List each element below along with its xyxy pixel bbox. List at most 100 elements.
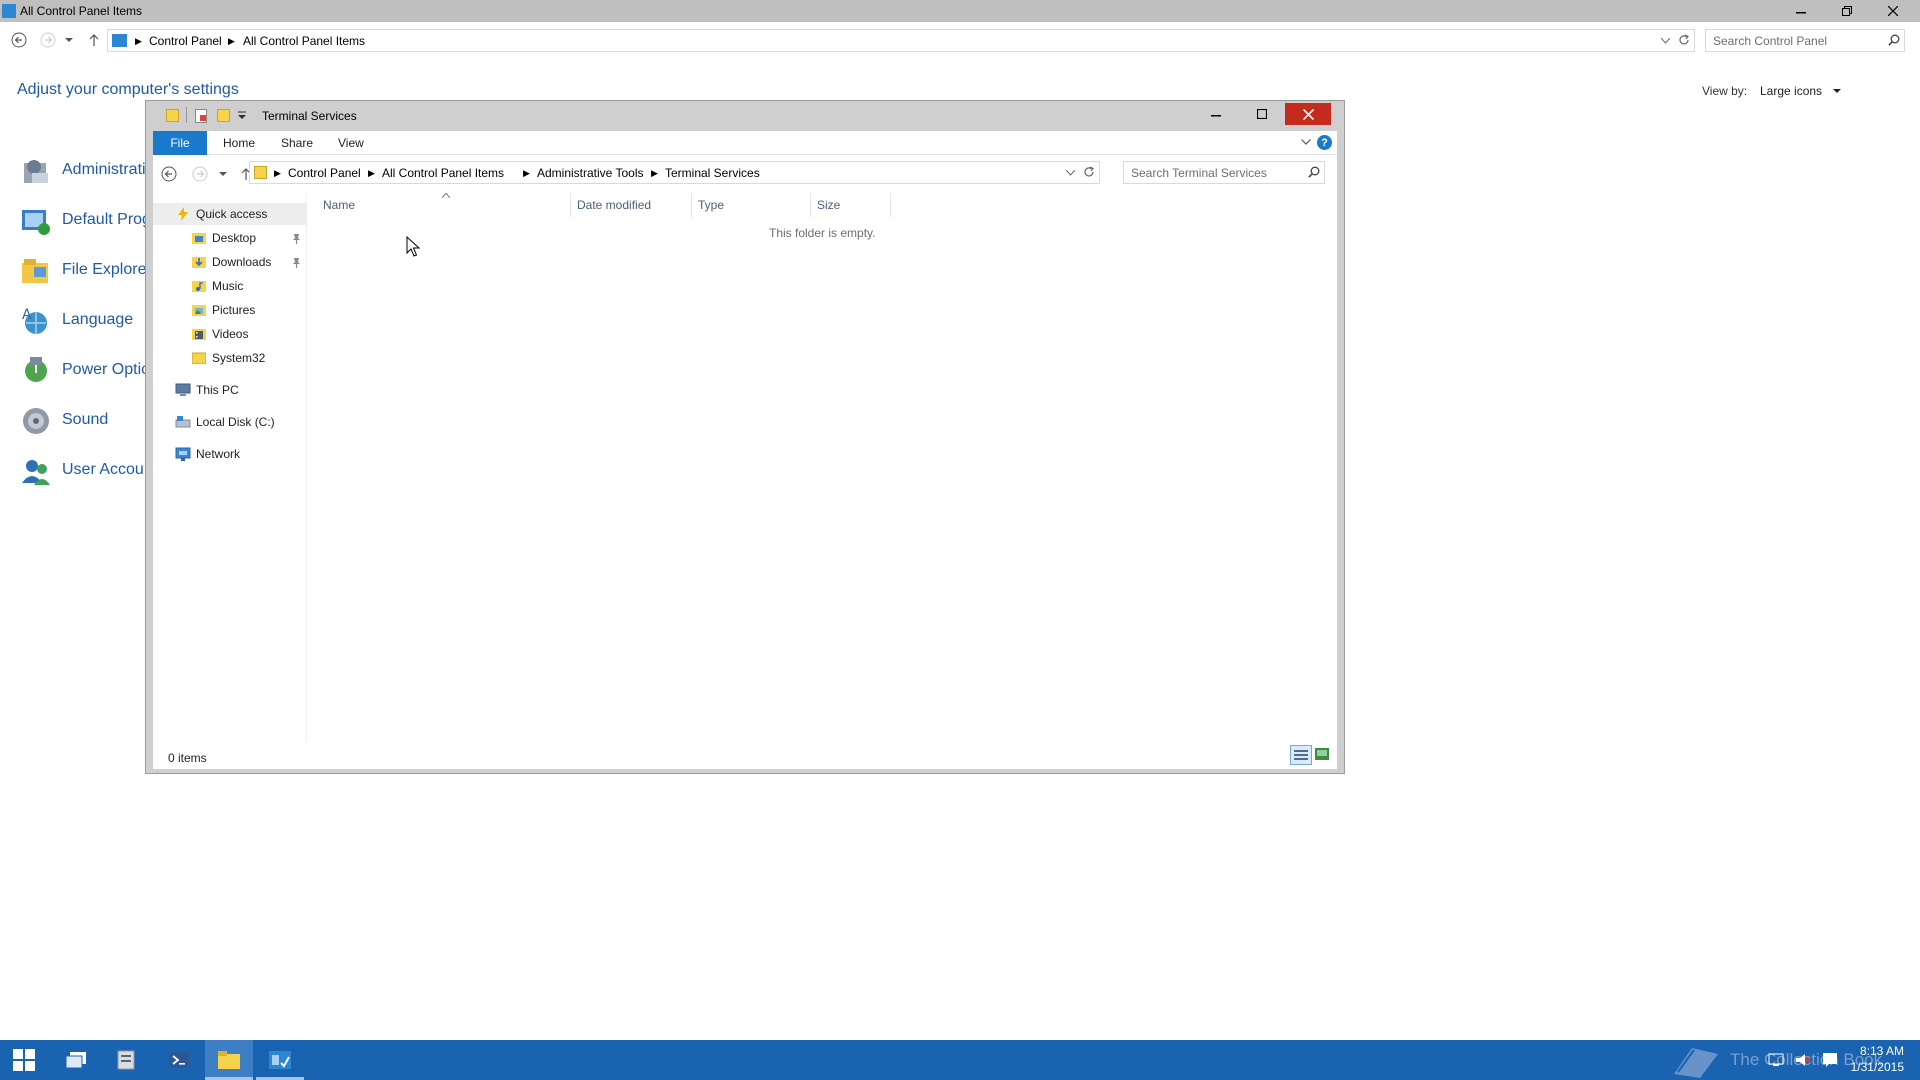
details-view-button[interactable]	[1290, 745, 1312, 765]
tab-share[interactable]: Share	[281, 136, 313, 150]
cp-item-power-options[interactable]: Power Optic	[20, 354, 149, 388]
taskbar-file-explorer[interactable]	[205, 1040, 253, 1080]
breadcrumb-terminal-services[interactable]: Terminal Services	[665, 166, 760, 180]
back-button[interactable]	[8, 29, 30, 51]
volume-muted-icon[interactable]	[1795, 1052, 1811, 1068]
control-panel-titlebar[interactable]: All Control Panel Items	[0, 0, 1920, 22]
pin-icon[interactable]	[291, 233, 302, 244]
nav-item-pictures[interactable]: Pictures	[153, 299, 307, 321]
cp-item-language[interactable]: A Language	[20, 304, 133, 338]
minimize-button[interactable]	[1778, 0, 1824, 22]
control-panel-search-box[interactable]: Search Control Panel	[1705, 29, 1905, 52]
taskbar-server-manager[interactable]	[103, 1040, 151, 1080]
explorer-titlebar[interactable]: Terminal Services	[146, 101, 1344, 131]
navigation-pane[interactable]: Quick access Desktop Downloads Music Pic…	[153, 193, 307, 741]
nav-item-downloads[interactable]: Downloads	[153, 251, 307, 273]
tab-file[interactable]: File	[153, 131, 207, 155]
cp-item-user-accounts[interactable]: User Accour	[20, 454, 149, 488]
expand-ribbon-button[interactable]	[1301, 139, 1311, 145]
nav-item-desktop[interactable]: Desktop	[153, 227, 307, 249]
explorer-maximize-button[interactable]	[1239, 103, 1285, 125]
taskbar-control-panel[interactable]	[256, 1040, 304, 1080]
music-folder-icon	[192, 281, 206, 292]
column-header-name[interactable]: Name	[308, 193, 571, 217]
nav-local-disk[interactable]: Local Disk (C:)	[153, 411, 307, 433]
task-view-button[interactable]	[52, 1040, 100, 1080]
nav-item-system32[interactable]: System32	[153, 347, 307, 369]
large-icons-view-button[interactable]	[1315, 748, 1329, 760]
cp-item-sound[interactable]: Sound	[20, 404, 108, 438]
address-history-dropdown[interactable]	[1661, 38, 1670, 44]
tab-view[interactable]: View	[338, 136, 364, 150]
back-arrow-icon	[161, 166, 177, 182]
default-programs-icon	[22, 210, 50, 235]
new-folder-qat-button[interactable]	[217, 109, 230, 122]
folder-icon	[192, 352, 206, 364]
nav-item-music[interactable]: Music	[153, 275, 307, 297]
recent-locations-dropdown[interactable]	[62, 29, 76, 51]
explorer-address-history-dropdown[interactable]	[1066, 170, 1075, 176]
forward-arrow-icon	[192, 166, 208, 182]
help-button[interactable]: ?	[1317, 135, 1332, 150]
explorer-refresh-button[interactable]	[1083, 166, 1095, 178]
column-label: Size	[817, 198, 841, 212]
pictures-folder-icon	[192, 305, 206, 316]
nav-label: Quick access	[196, 207, 268, 221]
cp-item-file-explorer-options[interactable]: File Explorer	[20, 254, 152, 288]
properties-qat-button[interactable]	[195, 109, 207, 123]
customize-qat-dropdown[interactable]	[238, 111, 246, 119]
up-arrow-icon	[89, 34, 99, 46]
control-panel-app-icon	[2, 4, 16, 18]
item-count: 0 items	[168, 751, 207, 765]
action-center-icon[interactable]	[1822, 1052, 1838, 1068]
explorer-search-box[interactable]: Search Terminal Services	[1123, 161, 1325, 184]
svg-text:A: A	[22, 307, 32, 323]
nav-network[interactable]: Network	[153, 443, 307, 465]
control-panel-search-placeholder: Search Control Panel	[1713, 34, 1828, 48]
explorer-forward-button[interactable]	[189, 163, 211, 185]
close-icon	[1302, 108, 1314, 120]
nav-label: This PC	[196, 383, 239, 397]
explorer-back-button[interactable]	[158, 163, 180, 185]
explorer-close-button[interactable]	[1285, 103, 1331, 125]
pin-icon[interactable]	[291, 257, 302, 268]
taskbar-powershell[interactable]	[155, 1040, 203, 1080]
nav-this-pc[interactable]: This PC	[153, 379, 307, 401]
column-header-type[interactable]: Type	[692, 193, 811, 217]
cp-item-default-programs[interactable]: Default Prog	[20, 204, 151, 238]
breadcrumb-separator: ▶	[228, 36, 235, 46]
nav-label: Local Disk (C:)	[196, 415, 275, 429]
up-button[interactable]	[83, 29, 105, 51]
breadcrumb-control-panel[interactable]: Control Panel	[149, 34, 222, 48]
clock-time[interactable]: 8:13 AM	[1854, 1044, 1904, 1058]
minimize-icon	[1796, 12, 1806, 14]
explorer-recent-dropdown[interactable]	[216, 163, 230, 185]
nav-quick-access[interactable]: Quick access	[153, 203, 307, 225]
column-header-size[interactable]: Size	[811, 193, 891, 217]
chevron-down-icon	[65, 37, 73, 42]
breadcrumb-all-items[interactable]: All Control Panel Items	[243, 34, 365, 48]
breadcrumb-all-items[interactable]: All Control Panel Items	[382, 166, 504, 180]
control-panel-address-bar[interactable]: ▶ Control Panel ▶ All Control Panel Item…	[107, 29, 1695, 52]
clock-date[interactable]: 1/31/2015	[1848, 1060, 1904, 1074]
column-header-date-modified[interactable]: Date modified	[571, 193, 692, 217]
nav-label: Desktop	[212, 231, 257, 245]
cp-item-label: Sound	[62, 411, 109, 428]
breadcrumb-control-panel[interactable]: Control Panel	[288, 166, 361, 180]
explorer-minimize-button[interactable]	[1193, 103, 1239, 125]
view-by-dropdown[interactable]: Large icons	[1760, 84, 1842, 98]
forward-button[interactable]	[37, 29, 59, 51]
file-list[interactable]: Name Date modified Type Size This folder…	[308, 193, 1337, 741]
cp-item-administrative-tools[interactable]: Administrati	[20, 154, 146, 188]
tab-home[interactable]: Home	[223, 136, 255, 150]
close-button[interactable]	[1870, 0, 1916, 22]
restore-button[interactable]	[1824, 0, 1870, 22]
column-label: Type	[698, 198, 725, 212]
taskbar: The Collection Book 8:13 AM 1/31/2015	[0, 1040, 1920, 1080]
network-tray-icon[interactable]	[1768, 1052, 1784, 1068]
start-button[interactable]	[0, 1040, 48, 1080]
breadcrumb-administrative-tools[interactable]: Administrative Tools	[537, 166, 644, 180]
refresh-button[interactable]	[1678, 34, 1690, 46]
nav-item-videos[interactable]: Videos	[153, 323, 307, 345]
explorer-address-bar[interactable]: ▶ Control Panel ▶ All Control Panel Item…	[249, 161, 1100, 184]
